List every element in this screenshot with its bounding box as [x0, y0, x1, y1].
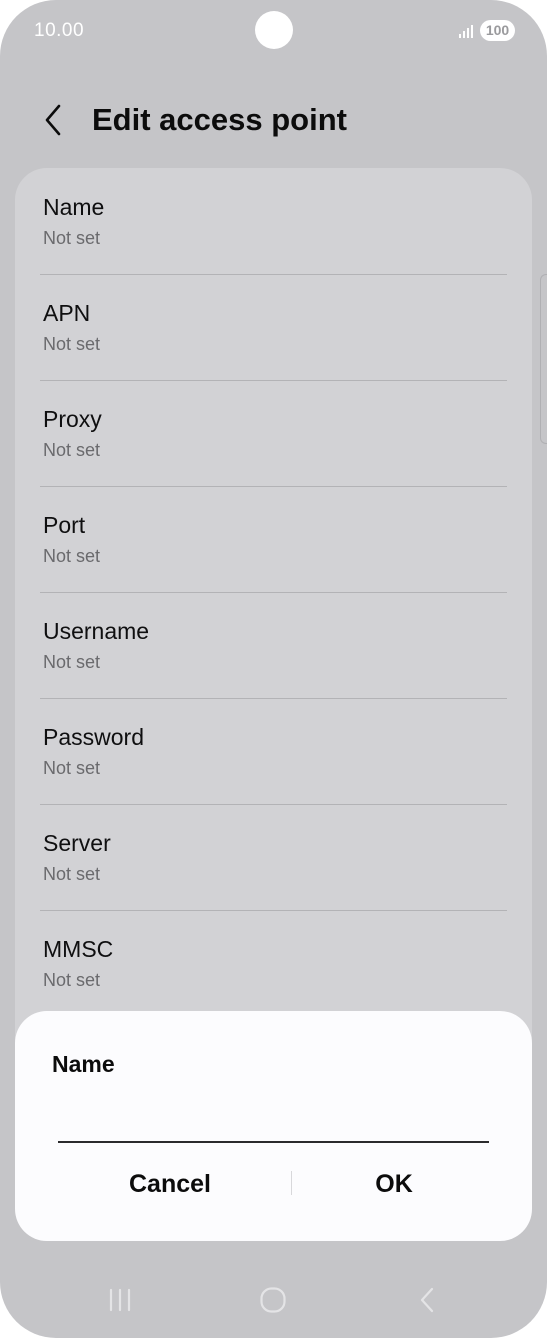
- setting-label: Username: [43, 618, 150, 644]
- setting-label: Name: [43, 194, 105, 220]
- setting-label: MMSC: [43, 936, 114, 962]
- back-icon: [420, 1287, 434, 1313]
- setting-value: Not set: [43, 546, 101, 566]
- recents-button[interactable]: [100, 1282, 140, 1318]
- chevron-left-icon: [45, 104, 61, 136]
- setting-value: Not set: [43, 334, 101, 354]
- nav-back-button[interactable]: [407, 1282, 447, 1318]
- battery-indicator: 100: [480, 20, 515, 41]
- setting-row-password[interactable]: Password Not set: [15, 698, 532, 804]
- setting-label: Proxy: [43, 406, 102, 432]
- dialog-title: Name: [52, 1051, 115, 1077]
- cancel-button[interactable]: Cancel: [65, 1159, 275, 1209]
- setting-value: Not set: [43, 228, 101, 248]
- camera-cutout: [255, 11, 293, 49]
- page-title: Edit access point: [92, 102, 347, 137]
- home-icon: [260, 1287, 286, 1313]
- setting-label: Server: [43, 830, 111, 856]
- status-time: 10.00: [34, 20, 85, 41]
- setting-label: APN: [43, 300, 91, 326]
- recents-icon: [109, 1288, 131, 1312]
- setting-row-mmsc[interactable]: MMSC Not set: [15, 910, 532, 1016]
- setting-label: Password: [43, 724, 144, 750]
- name-input[interactable]: [58, 1089, 489, 1143]
- signal-icon: [459, 25, 473, 38]
- settings-card: Name Not set APN Not set Proxy Not set P…: [15, 168, 532, 1068]
- setting-row-server[interactable]: Server Not set: [15, 804, 532, 910]
- setting-value: Not set: [43, 652, 101, 672]
- setting-value: Not set: [43, 970, 101, 990]
- home-button[interactable]: [253, 1282, 293, 1318]
- ok-button[interactable]: OK: [287, 1159, 501, 1209]
- setting-value: Not set: [43, 440, 101, 460]
- setting-label: Port: [43, 512, 86, 538]
- name-dialog: Name Cancel OK: [15, 1011, 532, 1241]
- back-button[interactable]: [38, 100, 68, 140]
- scroll-indicator[interactable]: [540, 274, 547, 444]
- setting-row-username[interactable]: Username Not set: [15, 592, 532, 698]
- phone-screen: 10.00 100 Edit access point Name Not set…: [0, 0, 547, 1338]
- setting-value: Not set: [43, 758, 101, 778]
- setting-row-proxy[interactable]: Proxy Not set: [15, 380, 532, 486]
- setting-value: Not set: [43, 864, 101, 884]
- setting-row-name[interactable]: Name Not set: [15, 168, 532, 274]
- setting-row-apn[interactable]: APN Not set: [15, 274, 532, 380]
- setting-row-port[interactable]: Port Not set: [15, 486, 532, 592]
